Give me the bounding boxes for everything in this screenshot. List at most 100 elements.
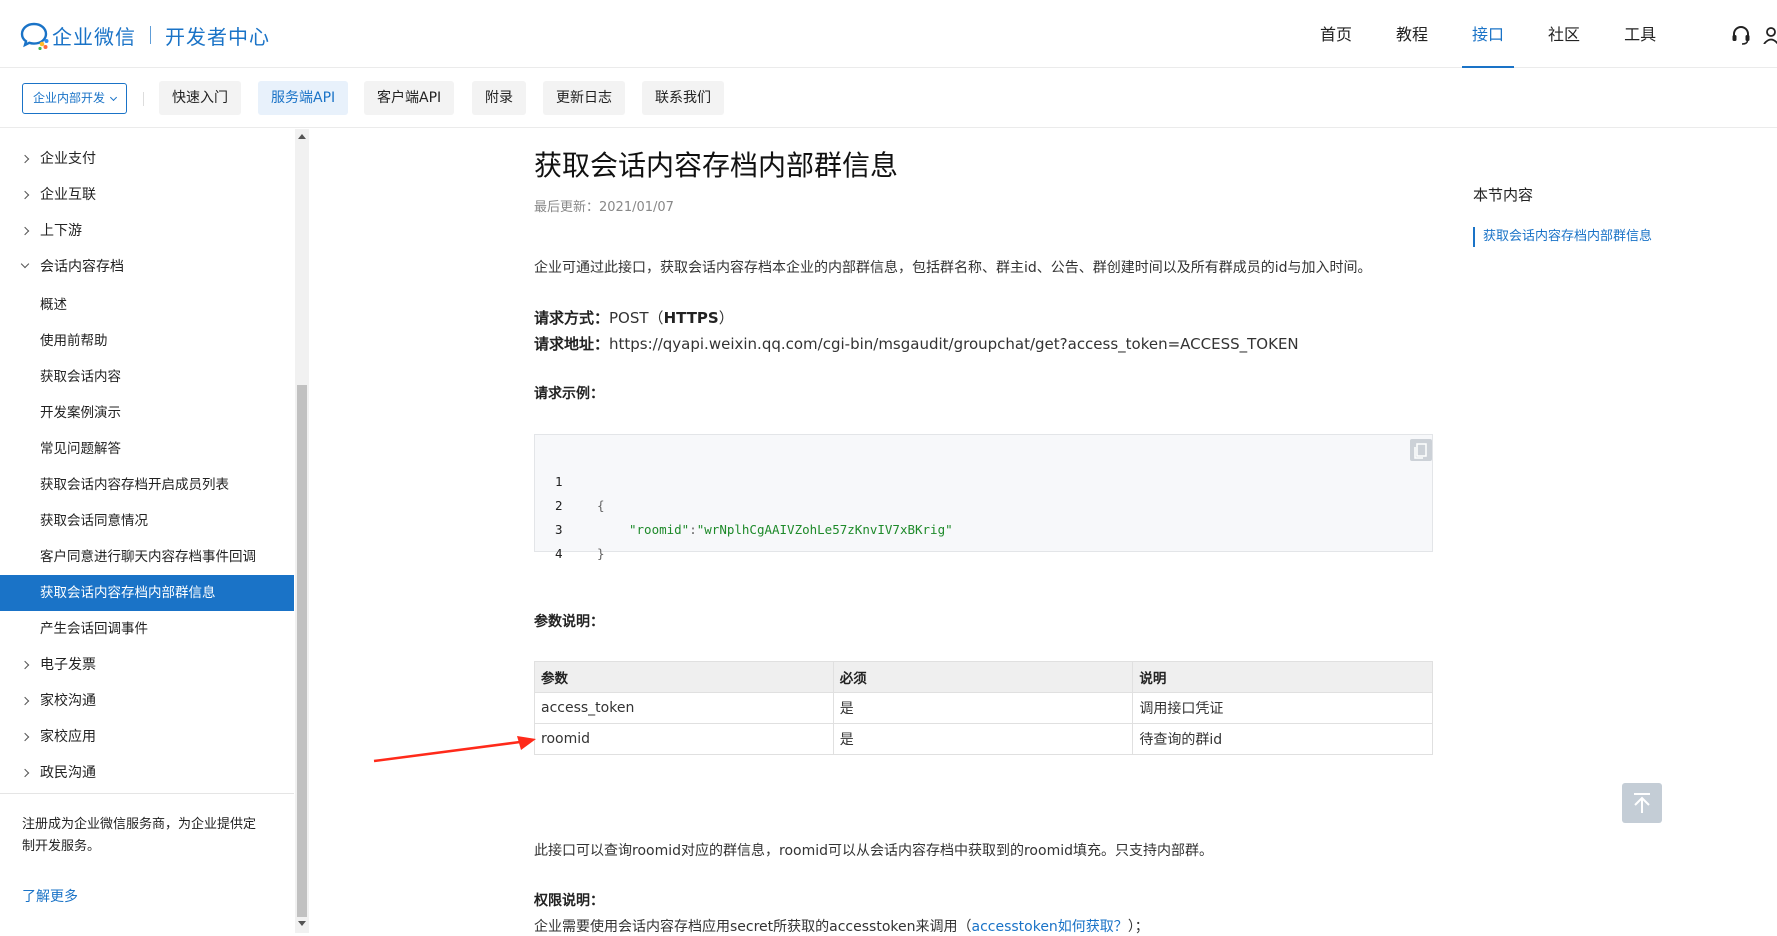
table-cell: 调用接口凭证: [1132, 692, 1433, 724]
topnav-community[interactable]: 社区: [1546, 0, 1582, 68]
subtab-server-api[interactable]: 服务端API: [258, 81, 349, 115]
code-text: }: [597, 546, 605, 561]
sidebar-item-label: 概述: [40, 297, 67, 313]
table-row: access_token 是 调用接口凭证: [534, 692, 1433, 724]
sidebar-item-label: 上下游: [40, 223, 82, 239]
copy-icon[interactable]: [1410, 439, 1432, 461]
subtab-quickstart[interactable]: 快速入门: [159, 81, 241, 115]
sidebar-scrollbar[interactable]: [295, 129, 309, 933]
arrow-up-icon: [1634, 793, 1650, 813]
request-url-label: 请求地址：: [534, 335, 610, 353]
table-row: roomid 是 待查询的群id: [534, 723, 1433, 755]
sidebar-item-overview[interactable]: 概述: [0, 287, 294, 323]
sub-nav-bar: 企业内部开发 快速入门 服务端API 客户端API 附录 更新日志 联系我们: [0, 68, 1777, 128]
sidebar-item-faq[interactable]: 常见问题解答: [0, 431, 294, 467]
topnav-tutorial[interactable]: 教程: [1394, 0, 1430, 68]
request-method: 请求方式：POST（HTTPS）: [534, 307, 734, 328]
sidebar-item-gov-comm[interactable]: 政民沟通: [0, 755, 294, 791]
sidebar-item-label: 获取会话内容存档开启成员列表: [40, 477, 229, 493]
sidebar-item-label: 获取会话内容: [40, 369, 121, 385]
chevron-right-icon: [20, 696, 30, 706]
sidebar-footer-note: 注册成为企业微信服务商，为企业提供定制开发服务。: [22, 817, 257, 854]
toc-title: 本节内容: [1473, 186, 1534, 204]
table-cell: 待查询的群id: [1132, 723, 1433, 755]
code-line: 2 "roomid":"wrNplhCgAAIVZohLe57zKnvIV7xB…: [535, 470, 953, 537]
sidebar-item-label: 电子发票: [40, 657, 96, 673]
dev-scope-label: 企业内部开发: [33, 91, 106, 105]
sidebar-item-label: 客户同意进行聊天内容存档事件回调: [40, 549, 256, 565]
code-text: {: [597, 498, 605, 513]
scroll-down-icon[interactable]: [298, 921, 306, 926]
code-text: "roomid":"wrNplhCgAAIVZohLe57zKnvIV7xBKr…: [629, 518, 953, 542]
sidebar-item-pre-use-help[interactable]: 使用前帮助: [0, 323, 294, 359]
table-cell: 是: [832, 723, 1134, 755]
request-method-end: ）: [718, 309, 734, 327]
logo-divider: [150, 26, 151, 44]
table-cell: access_token: [534, 692, 834, 724]
line-number: 4: [555, 546, 563, 561]
headset-icon[interactable]: [1730, 24, 1752, 46]
sidebar-item-member-list[interactable]: 获取会话内容存档开启成员列表: [0, 467, 294, 503]
sidebar-item-label: 使用前帮助: [40, 333, 108, 349]
request-method-label: 请求方式：: [534, 309, 610, 327]
scrollbar-thumb[interactable]: [297, 385, 307, 917]
sidebar-item-payment[interactable]: 企业支付: [0, 141, 294, 177]
code-block[interactable]: 1 { 2 "roomid":"wrNplhCgAAIVZohLe57zKnvI…: [534, 434, 1433, 561]
sidebar-item-get-chat-content[interactable]: 获取会话内容: [0, 359, 294, 395]
chevron-right-icon: [20, 226, 30, 236]
sidebar-item-chat-callback[interactable]: 产生会话回调事件: [0, 611, 294, 647]
sidebar-item-label: 企业互联: [40, 187, 96, 203]
scroll-up-icon[interactable]: [298, 134, 306, 139]
permission-title: 权限说明：: [534, 893, 604, 909]
sidebar-item-groupchat-info[interactable]: 获取会话内容存档内部群信息: [0, 575, 294, 611]
code-value: "wrNplhCgAAIVZohLe57zKnvIV7xBKrig": [696, 522, 953, 537]
sidebar-item-school-app[interactable]: 家校应用: [0, 719, 294, 755]
subtab-changelog[interactable]: 更新日志: [543, 81, 625, 115]
last-updated: 最后更新：2021/01/07: [534, 200, 674, 215]
permission-text: 企业需要使用会话内容存档应用secret所获取的accesstoken来调用（a…: [534, 916, 1149, 936]
table-header: 说明: [1132, 661, 1433, 693]
code-line: 1 {: [535, 446, 605, 513]
topnav-home[interactable]: 首页: [1318, 0, 1354, 68]
sidebar-item-school-comm[interactable]: 家校沟通: [0, 683, 294, 719]
sidebar-item-e-invoice[interactable]: 电子发票: [0, 647, 294, 683]
sidebar-item-agree-callback[interactable]: 客户同意进行聊天内容存档事件回调: [0, 539, 294, 575]
sidebar-item-dev-demo[interactable]: 开发案例演示: [0, 395, 294, 431]
subtab-client-api[interactable]: 客户端API: [364, 81, 455, 115]
sidebar-item-upstream-downstream[interactable]: 上下游: [0, 213, 294, 249]
sidebar-item-label: 政民沟通: [40, 765, 96, 781]
toc-item[interactable]: 获取会话内容存档内部群信息: [1473, 227, 1652, 247]
sidebar-footer: 注册成为企业微信服务商，为企业提供定制开发服务。 了解更多: [0, 793, 294, 933]
sidebar-item-label: 家校应用: [40, 729, 96, 745]
request-url-value[interactable]: https://qyapi.weixin.qq.com/cgi-bin/msga…: [609, 335, 1299, 353]
sidebar-menu[interactable]: · · · 企业支付 企业互联 上下游 会话内容存档 概述 使用前帮助 获取会话…: [0, 129, 294, 793]
table-header-row: 参数 必须 说明: [534, 661, 1433, 693]
table-cell: 是: [832, 692, 1134, 724]
logo-subtitle: 开发者中心: [165, 24, 270, 49]
code-line: 3 }: [535, 494, 605, 561]
topnav-tools[interactable]: 工具: [1622, 0, 1658, 68]
subtab-appendix[interactable]: 附录: [472, 81, 526, 115]
subtab-contact[interactable]: 联系我们: [642, 81, 724, 115]
top-header: 企业微信 开发者中心 首页 教程 接口 社区 工具: [0, 0, 1777, 68]
page-title: 获取会话内容存档内部群信息: [534, 149, 899, 182]
request-url: 请求地址：https://qyapi.weixin.qq.com/cgi-bin…: [534, 333, 1299, 354]
dev-scope-select[interactable]: 企业内部开发: [22, 83, 127, 114]
learn-more-link[interactable]: 了解更多: [22, 886, 78, 906]
sidebar-item-agree-status[interactable]: 获取会话同意情况: [0, 503, 294, 539]
intro-text: 企业可通过此接口，获取会话内容存档本企业的内部群信息，包括群名称、群主id、公告…: [534, 260, 1372, 276]
code-colon: :: [689, 522, 697, 537]
red-arrow-annotation: [373, 736, 536, 763]
logo-text: 企业微信: [52, 24, 136, 49]
sidebar-item-interconnect[interactable]: 企业互联: [0, 177, 294, 213]
subnav-divider: [143, 92, 144, 106]
back-to-top-button[interactable]: [1622, 783, 1662, 823]
user-icon[interactable]: [1762, 26, 1777, 44]
request-example-label: 请求示例：: [534, 386, 604, 402]
chevron-down-icon: [20, 259, 30, 269]
sidebar-item-label: 获取会话内容存档内部群信息: [40, 585, 216, 601]
logo[interactable]: 企业微信 开发者中心: [20, 20, 270, 50]
sidebar-item-msgaudit[interactable]: 会话内容存档: [0, 249, 294, 285]
topnav-api[interactable]: 接口: [1462, 0, 1515, 68]
sidebar: · · · 企业支付 企业互联 上下游 会话内容存档 概述 使用前帮助 获取会话…: [0, 129, 295, 933]
